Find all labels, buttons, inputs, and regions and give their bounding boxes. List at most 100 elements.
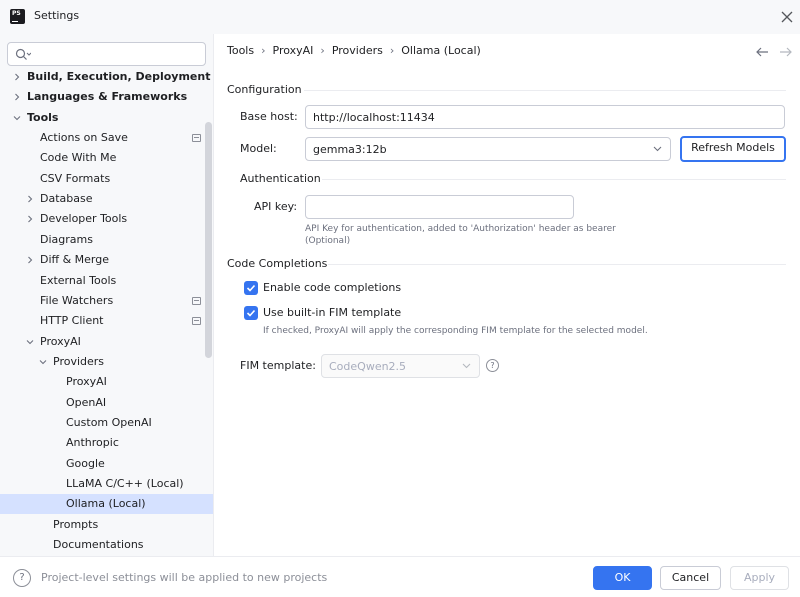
sidebar-item-label: Build, Execution, Deployment bbox=[27, 70, 211, 83]
project-scope-icon bbox=[192, 296, 201, 305]
sidebar-item[interactable]: Providers bbox=[0, 352, 213, 372]
chevron-right-icon[interactable] bbox=[26, 256, 34, 264]
chevron-right-icon[interactable] bbox=[26, 215, 34, 223]
sidebar-item[interactable]: OpenAI bbox=[0, 393, 213, 413]
fim-template-help-icon[interactable]: ? bbox=[486, 359, 499, 372]
sidebar-item-label: File Watchers bbox=[40, 293, 114, 307]
chevron-right-icon[interactable] bbox=[26, 195, 34, 203]
app-logo-text: PS bbox=[12, 10, 21, 17]
sidebar-item-label: ProxyAI bbox=[40, 334, 81, 348]
section-divider bbox=[322, 179, 786, 180]
builtin-fim-checkbox[interactable] bbox=[244, 306, 258, 320]
api-key-label: API key: bbox=[254, 200, 298, 213]
sidebar-item[interactable]: Languages & Frameworks bbox=[0, 87, 213, 107]
sidebar-item-label: Anthropic bbox=[66, 436, 119, 450]
sidebar-item-label: LLaMA C/C++ (Local) bbox=[66, 477, 184, 490]
sidebar-item[interactable]: Actions on Save bbox=[0, 128, 213, 148]
chevron-right-icon[interactable] bbox=[13, 93, 21, 101]
sidebar-item-label: Tools bbox=[27, 110, 59, 124]
api-key-hint-line: API Key for authentication, added to 'Au… bbox=[305, 224, 616, 234]
sidebar-item[interactable]: Documentations bbox=[0, 535, 213, 555]
sidebar-item[interactable]: Code With Me bbox=[0, 148, 213, 168]
sidebar-item[interactable]: Developer Tools bbox=[0, 209, 213, 229]
sidebar-item[interactable]: Prompts bbox=[0, 515, 213, 535]
sidebar-item-label: Google bbox=[66, 456, 105, 470]
sidebar-scrollbar[interactable] bbox=[205, 122, 212, 358]
breadcrumb-item[interactable]: Tools bbox=[227, 44, 254, 57]
sidebar-item[interactable]: Database bbox=[0, 189, 213, 209]
sidebar-item-label: CSV Formats bbox=[40, 171, 111, 185]
sidebar-item[interactable]: File Watchers bbox=[0, 291, 213, 311]
sidebar-item[interactable]: Ollama (Local) bbox=[0, 494, 213, 515]
sidebar-item-label: Providers bbox=[53, 354, 105, 368]
breadcrumb-item[interactable]: Providers bbox=[332, 44, 383, 57]
model-select[interactable]: gemma3:12b bbox=[305, 137, 671, 161]
sidebar-item-label: Diff & Merge bbox=[40, 253, 110, 267]
api-key-hint: API Key for authentication, added to 'Au… bbox=[305, 223, 616, 247]
sidebar-item[interactable]: HTTP Client bbox=[0, 311, 213, 331]
breadcrumb-separator: › bbox=[320, 44, 325, 57]
enable-completions-checkbox[interactable] bbox=[244, 281, 258, 295]
checkmark-icon bbox=[246, 284, 256, 292]
back-arrow-icon[interactable] bbox=[755, 46, 769, 58]
chevron-right-icon[interactable] bbox=[13, 73, 21, 81]
breadcrumb-item[interactable]: ProxyAI bbox=[273, 44, 314, 57]
chevron-down-icon[interactable] bbox=[39, 358, 47, 366]
sidebar-item-label: Developer Tools bbox=[40, 212, 128, 226]
sidebar-item[interactable]: Custom OpenAI bbox=[0, 413, 213, 433]
help-icon[interactable]: ? bbox=[13, 569, 31, 587]
cancel-button[interactable]: Cancel bbox=[660, 566, 721, 590]
section-code-completions-title: Code Completions bbox=[227, 257, 328, 270]
breadcrumb-separator: › bbox=[389, 44, 395, 57]
sidebar-item-label: Code With Me bbox=[40, 151, 117, 165]
sidebar-item[interactable]: ProxyAI bbox=[0, 332, 213, 352]
section-divider bbox=[328, 264, 786, 265]
sidebar-item-label: HTTP Client bbox=[40, 314, 104, 328]
enable-completions-label[interactable]: Enable code completions bbox=[263, 281, 401, 294]
search-input[interactable] bbox=[38, 46, 198, 62]
refresh-models-button[interactable]: Refresh Models bbox=[680, 136, 786, 162]
sidebar-item[interactable]: Anthropic bbox=[0, 433, 213, 453]
model-label: Model: bbox=[240, 142, 277, 155]
builtin-fim-label[interactable]: Use built-in FIM template bbox=[263, 306, 401, 319]
sidebar-item[interactable]: CSV Formats bbox=[0, 169, 213, 189]
chevron-down-icon[interactable] bbox=[13, 114, 21, 122]
sidebar-item[interactable]: LLaMA C/C++ (Local) bbox=[0, 474, 213, 494]
apply-button: Apply bbox=[730, 566, 789, 590]
section-configuration-title: Configuration bbox=[227, 83, 302, 96]
sidebar-item[interactable]: Tools bbox=[0, 108, 213, 128]
fim-template-label: FIM template: bbox=[240, 359, 316, 372]
sidebar-item-label: Database bbox=[40, 192, 93, 206]
sidebar-item-label: Prompts bbox=[53, 517, 99, 531]
breadcrumb-item: Ollama (Local) bbox=[401, 44, 481, 57]
sidebar-item[interactable]: ProxyAI bbox=[0, 372, 213, 392]
chevron-down-icon bbox=[653, 146, 662, 152]
dialog-footer: ? Project-level settings will be applied… bbox=[0, 556, 800, 597]
sidebar-item[interactable]: Google bbox=[0, 454, 213, 474]
sidebar-item[interactable]: Diagrams bbox=[0, 230, 213, 250]
api-key-input[interactable] bbox=[305, 195, 574, 219]
app-logo-icon: PS bbox=[10, 9, 25, 24]
base-host-input[interactable] bbox=[305, 105, 785, 129]
sidebar-item[interactable]: Build, Execution, Deployment bbox=[0, 67, 213, 87]
sidebar-item-label: Languages & Frameworks bbox=[27, 90, 188, 104]
settings-search[interactable] bbox=[7, 42, 206, 66]
breadcrumb-separator: › bbox=[261, 44, 266, 57]
fim-template-select: CodeQwen2.5 bbox=[321, 354, 480, 378]
base-host-label: Base host: bbox=[240, 110, 298, 123]
forward-arrow-icon[interactable] bbox=[779, 46, 793, 58]
breadcrumb: Tools › ProxyAI › Providers › Ollama (Local) bbox=[227, 44, 481, 57]
sidebar-item[interactable]: External Tools bbox=[0, 271, 213, 291]
close-icon[interactable] bbox=[776, 6, 798, 28]
checkmark-icon bbox=[246, 309, 256, 317]
chevron-down-icon[interactable] bbox=[26, 338, 34, 346]
close-button[interactable] bbox=[776, 6, 798, 28]
ok-button[interactable]: OK bbox=[593, 566, 652, 590]
sidebar-item[interactable]: Diff & Merge bbox=[0, 250, 213, 270]
project-scope-icon bbox=[192, 317, 201, 326]
sidebar-item-label: Diagrams bbox=[40, 232, 93, 246]
section-authentication-title: Authentication bbox=[240, 172, 321, 185]
sidebar-item-label: Actions on Save bbox=[40, 131, 128, 145]
sidebar-item-label: OpenAI bbox=[66, 395, 107, 409]
settings-sidebar: Build, Execution, Deployment Languages & … bbox=[0, 34, 214, 556]
